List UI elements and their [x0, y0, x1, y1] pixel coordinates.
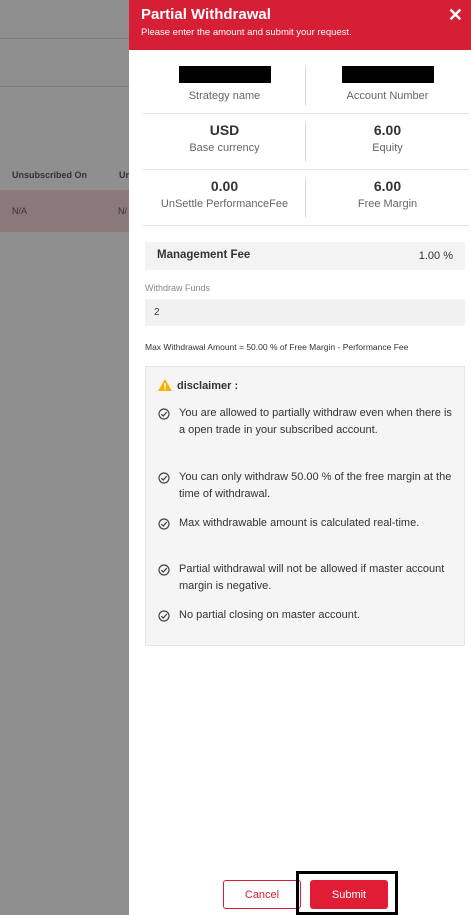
free-margin-value: 6.00 — [373, 178, 402, 194]
free-margin-label: Free Margin — [357, 198, 418, 210]
disclaimer-item: Partial withdrawal will not be allowed i… — [158, 561, 458, 595]
disclaimer-box: disclaimer : You are allowed to partiall… — [145, 366, 465, 646]
background-table-header: Unsubscribed On Un — [0, 160, 131, 190]
panel-header: Partial Withdrawal Please enter the amou… — [129, 0, 471, 50]
partial-withdrawal-panel: Partial Withdrawal Please enter the amou… — [129, 0, 471, 915]
account-number-cell: Account Number — [306, 58, 469, 114]
check-circle-icon — [158, 472, 170, 484]
info-row: USD Base currency 6.00 Equity — [143, 114, 469, 170]
equity-label: Equity — [372, 142, 403, 154]
info-row: Strategy name Account Number — [143, 58, 469, 114]
unsettle-fee-label: UnSettle PerformanceFee — [160, 198, 289, 210]
warning-icon — [158, 379, 172, 391]
withdraw-funds-input[interactable] — [145, 299, 465, 326]
disclaimer-item-text: You can only withdraw 50.00 % of the fre… — [179, 471, 452, 500]
management-fee-value: 1.00 % — [418, 250, 453, 262]
disclaimer-item: You are allowed to partially withdraw ev… — [158, 405, 458, 439]
background-table-row: N/A N/ — [0, 190, 129, 232]
check-circle-icon — [158, 518, 170, 530]
base-currency-cell: USD Base currency — [143, 114, 306, 170]
unsettle-fee-cell: 0.00 UnSettle PerformanceFee — [143, 170, 306, 226]
disclaimer-item-text: Partial withdrawal will not be allowed i… — [179, 563, 445, 592]
disclaimer-title: disclaimer : — [158, 379, 238, 392]
background-cell: N/A — [12, 206, 28, 216]
background-page: Unsubscribed On Un N/A N/ — [0, 0, 131, 915]
max-withdrawal-note: Max Withdrawal Amount = 50.00 % of Free … — [145, 342, 409, 352]
management-fee-row: Management Fee 1.00 % — [145, 242, 465, 270]
account-info-grid: Strategy name Account Number USD Base cu… — [143, 58, 469, 226]
background-column-header: Unsubscribed On — [12, 170, 88, 180]
panel-subtitle: Please enter the amount and submit your … — [141, 27, 352, 38]
withdraw-funds-label: Withdraw Funds — [145, 283, 211, 293]
background-divider — [0, 38, 129, 39]
base-currency-value: USD — [209, 122, 240, 138]
account-number-label: Account Number — [346, 90, 429, 102]
management-fee-label: Management Fee — [157, 249, 251, 261]
disclaimer-item-text: Max withdrawable amount is calculated re… — [179, 517, 420, 529]
cancel-button[interactable]: Cancel — [223, 880, 301, 909]
check-circle-icon — [158, 408, 170, 420]
disclaimer-item: You can only withdraw 50.00 % of the fre… — [158, 469, 458, 503]
disclaimer-item: Max withdrawable amount is calculated re… — [158, 515, 458, 532]
check-circle-icon — [158, 610, 170, 622]
base-currency-label: Base currency — [189, 142, 260, 154]
disclaimer-title-text: disclaimer : — [177, 380, 239, 392]
strategy-name-cell: Strategy name — [143, 58, 306, 114]
close-icon[interactable]: ✕ — [448, 6, 463, 24]
background-divider — [0, 86, 129, 87]
info-row: 0.00 UnSettle PerformanceFee 6.00 Free M… — [143, 170, 469, 226]
check-circle-icon — [158, 564, 170, 576]
submit-highlight-box — [296, 871, 398, 915]
redacted-value — [341, 66, 434, 83]
free-margin-cell: 6.00 Free Margin — [306, 170, 469, 226]
redacted-value — [178, 66, 271, 83]
disclaimer-item-text: You are allowed to partially withdraw ev… — [179, 407, 452, 436]
strategy-name-label: Strategy name — [188, 90, 261, 102]
disclaimer-item: No partial closing on master account. — [158, 607, 458, 624]
equity-value: 6.00 — [373, 122, 402, 138]
equity-cell: 6.00 Equity — [306, 114, 469, 170]
background-cell: N/ — [118, 206, 127, 216]
unsettle-fee-value: 0.00 — [210, 178, 239, 194]
disclaimer-item-text: No partial closing on master account. — [179, 609, 360, 621]
panel-title: Partial Withdrawal — [141, 6, 271, 23]
